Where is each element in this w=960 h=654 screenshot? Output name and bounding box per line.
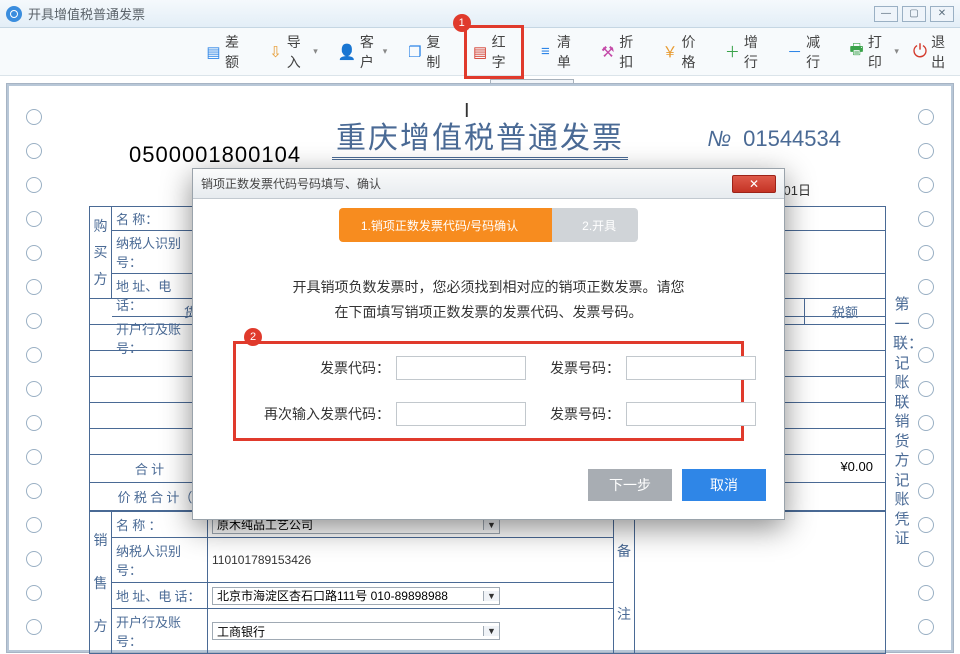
callout-1: 1 [453, 14, 471, 32]
dropdown-icon[interactable]: ▼ [483, 520, 499, 530]
seller-taxid-value[interactable]: 110101789153426 [208, 538, 613, 583]
maximize-button[interactable]: ▢ [902, 6, 926, 22]
perforation-left [22, 101, 46, 635]
seller-taxid-label: 纳税人识别号： [112, 538, 208, 583]
code2-label: 再次输入发票代码： [256, 404, 396, 424]
minimize-button[interactable]: — [874, 6, 898, 22]
toolbar-import[interactable]: ⇩导入▾ [262, 28, 324, 76]
dropdown-icon[interactable]: ▼ [483, 626, 499, 636]
power-icon: ⏻ [913, 41, 927, 62]
toolbar-copy[interactable]: ❐复制 [401, 28, 455, 76]
code-entry-dialog: 销项正数发票代码号码填写、确认 ✕ 1.销项正数发票代码/号码确认 2.开具 开… [192, 168, 785, 520]
toolbar-diff[interactable]: ▤差额 [200, 28, 254, 76]
step-1: 1.销项正数发票代码/号码确认 [339, 208, 552, 242]
seller-addr-value[interactable]: ▼ [208, 583, 613, 609]
toolbar-red[interactable]: 1 ▤红字 [464, 25, 524, 79]
step-2: 2.开具 [552, 208, 638, 242]
toolbar-addrow[interactable]: ＋增行 [719, 28, 773, 76]
buyer-taxid-label: 纳税人识别号： [112, 231, 200, 274]
seller-bank-input[interactable] [213, 623, 483, 639]
number-input-confirm[interactable] [626, 402, 756, 426]
dialog-titlebar: 销项正数发票代码号码填写、确认 ✕ [193, 169, 784, 199]
copy-label: 第一联：记账联 销货方记账凭证 [893, 296, 911, 550]
toolbar-exit[interactable]: ⏻退出 [913, 32, 952, 72]
toolbar-print[interactable]: 🖶打印▾ [843, 28, 905, 76]
code-label: 发票代码： [256, 358, 396, 378]
dialog-title: 销项正数发票代码号码填写、确认 [201, 175, 381, 192]
text-cursor-icon: I [464, 100, 470, 123]
dropdown-icon[interactable]: ▼ [483, 591, 499, 601]
number-input[interactable] [626, 356, 756, 380]
buyer-name-label: 名 称： [112, 207, 200, 231]
window-title: 开具增值税普通发票 [28, 4, 145, 23]
seller-bank-label: 开户行及账号： [112, 609, 208, 653]
remark-value[interactable] [635, 512, 885, 653]
toolbar-price[interactable]: ￥价格 [657, 28, 711, 76]
app-icon [6, 6, 22, 22]
next-button[interactable]: 下一步 [588, 469, 672, 501]
remark-side-label: 备注 [613, 512, 635, 653]
seller-bank-value[interactable]: ▼ [208, 609, 613, 653]
perforation-right [914, 101, 938, 635]
number-label: 发票号码： [536, 358, 626, 378]
invoice-title: 重庆增值税普通发票 [332, 113, 628, 160]
code-input[interactable] [396, 356, 526, 380]
number2-label: 发票号码： [536, 404, 626, 424]
invoice-number: №01544534 [707, 126, 841, 152]
seller-side-label: 销售方 [90, 512, 112, 653]
buyer-side-label: 购买方 [90, 207, 112, 298]
toolbar-list[interactable]: ≡清单 [532, 28, 586, 76]
dialog-message: 开具销项负数发票时，您必须找到相对应的销项正数发票。请您 在下面填写销项正数发票… [193, 263, 784, 335]
dialog-close-button[interactable]: ✕ [732, 175, 776, 193]
toolbar-delrow[interactable]: －减行 [781, 28, 835, 76]
code-input-confirm[interactable] [396, 402, 526, 426]
step-indicator: 1.销项正数发票代码/号码确认 2.开具 [193, 205, 784, 245]
col-tax: 税额 [805, 299, 885, 324]
close-button[interactable]: ✕ [930, 6, 954, 22]
toolbar-customer[interactable]: 👤客户▾ [332, 28, 394, 76]
seller-addr-input[interactable] [213, 588, 483, 604]
cancel-button[interactable]: 取消 [682, 469, 766, 501]
callout-2: 2 [244, 328, 262, 346]
seller-addr-label: 地 址、电 话： [112, 583, 208, 609]
toolbar-discount[interactable]: ⚒折扣 [594, 28, 648, 76]
toolbar: ▤差额 ⇩导入▾ 👤客户▾ ❐复制 1 ▤红字 ≡清单 ⚒折扣 ￥价格 ＋增行 … [0, 28, 960, 76]
